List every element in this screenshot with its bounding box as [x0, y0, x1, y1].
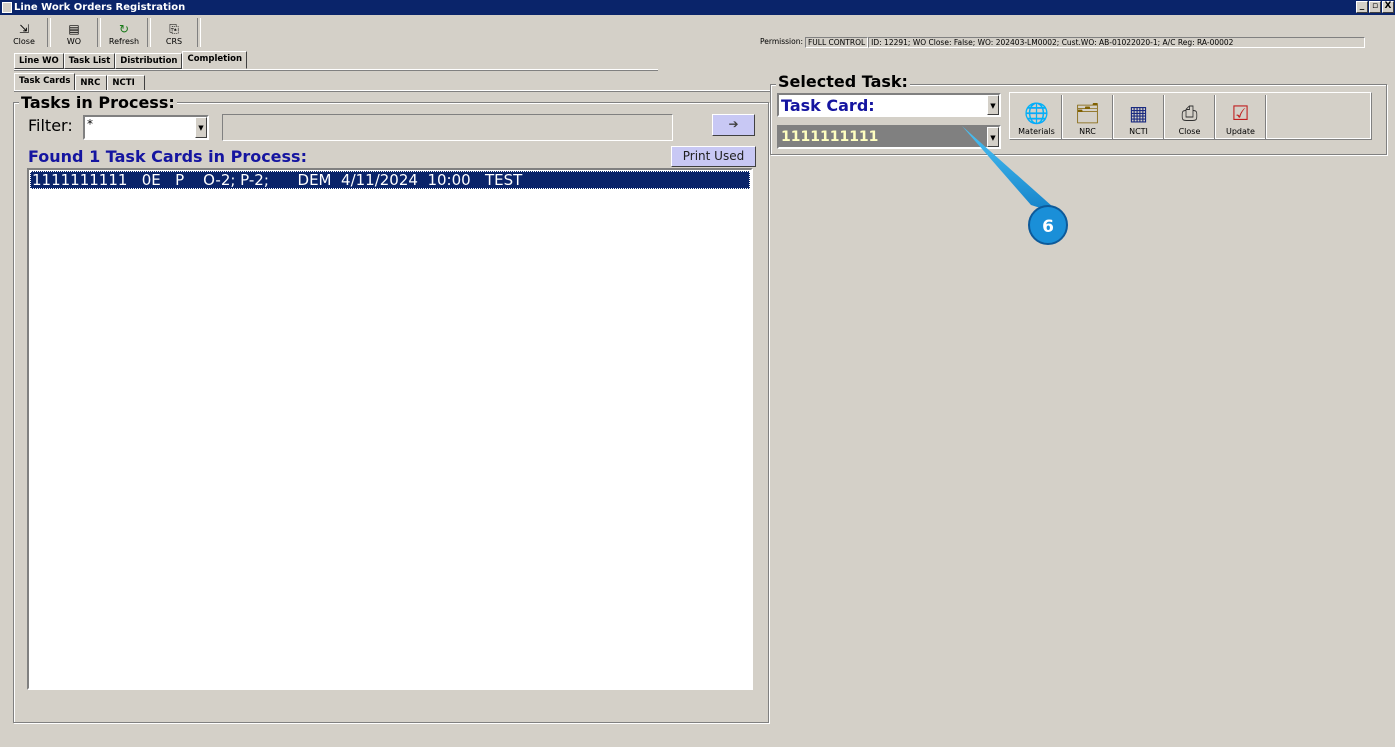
callout-annotation: 6: [962, 126, 1068, 245]
callout-number: 6: [1042, 217, 1054, 237]
callout-pointer: [962, 126, 1062, 215]
